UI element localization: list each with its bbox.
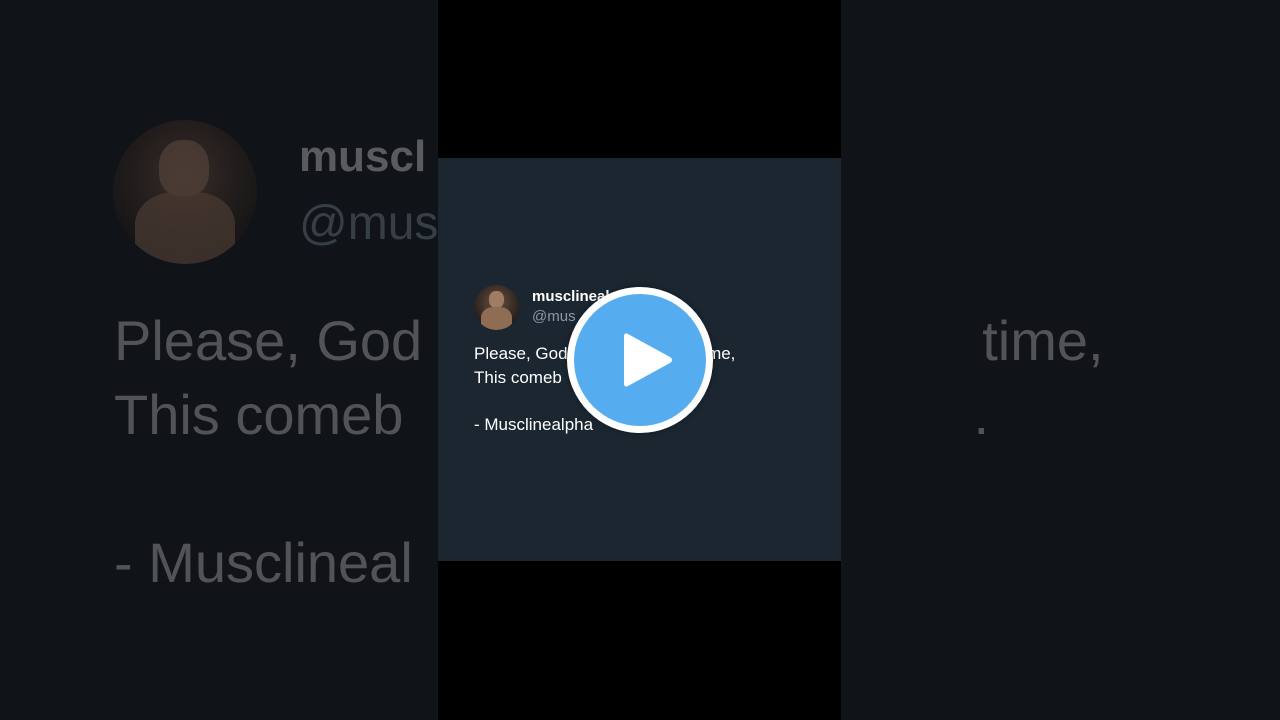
- handle: @mus: [532, 308, 576, 325]
- play-button[interactable]: [567, 287, 713, 433]
- background-avatar: [113, 120, 257, 264]
- play-button-fill: [574, 294, 706, 426]
- background-display-name: muscl: [299, 132, 427, 181]
- play-icon: [624, 333, 672, 387]
- background-signature: - Musclineal: [114, 531, 413, 594]
- avatar: [474, 285, 519, 330]
- tweet-line-2: This comeb: [474, 368, 562, 387]
- background-handle: @mus: [299, 197, 439, 250]
- video-frame: muscl @mus Please, God time, This comeb. …: [0, 0, 1280, 720]
